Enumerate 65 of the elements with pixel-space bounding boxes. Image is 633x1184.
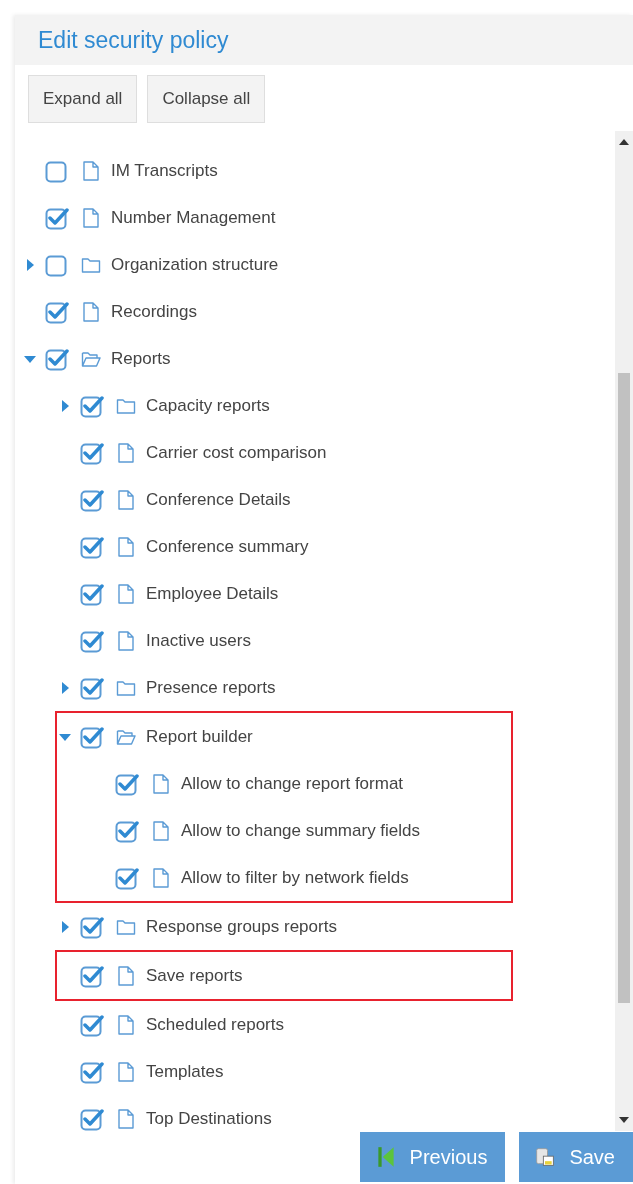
tree-item-label[interactable]: Recordings xyxy=(111,298,197,325)
checkbox[interactable] xyxy=(80,487,104,512)
checkbox[interactable] xyxy=(80,1059,104,1084)
tree-item-label[interactable]: Allow to change report format xyxy=(181,770,404,797)
checkbox[interactable] xyxy=(80,914,104,939)
checkbox[interactable] xyxy=(45,252,69,277)
tree-item-label[interactable]: Scheduled reports xyxy=(146,1011,284,1038)
tree-item-label[interactable]: Top Destinations xyxy=(146,1105,272,1132)
tree-item-label[interactable]: Save reports xyxy=(146,962,243,989)
checkbox[interactable] xyxy=(80,675,104,700)
tree-item-label[interactable]: Inactive users xyxy=(146,627,251,654)
skip-back-icon xyxy=(375,1145,396,1169)
document-icon xyxy=(116,488,136,511)
checkbox[interactable] xyxy=(80,581,104,606)
tree-item-label[interactable]: Report builder xyxy=(146,723,253,750)
tree-item-label[interactable]: Templates xyxy=(146,1058,224,1085)
document-icon xyxy=(116,629,136,652)
tree-item-label[interactable]: Presence reports xyxy=(146,674,276,701)
tree-item-label[interactable]: Carrier cost comparison xyxy=(146,439,327,466)
save-icon xyxy=(535,1145,556,1169)
checkbox[interactable] xyxy=(45,346,69,371)
checkbox[interactable] xyxy=(80,963,104,988)
tree-item-label[interactable]: IM Transcripts xyxy=(111,157,218,184)
toolbar-button[interactable]: Expand all xyxy=(28,75,138,123)
document-icon xyxy=(81,206,101,229)
document-icon xyxy=(151,819,171,842)
document-icon xyxy=(116,1060,136,1083)
checkbox[interactable] xyxy=(115,818,139,843)
scrollbar-thumb[interactable] xyxy=(618,373,630,1003)
tree-item-label[interactable]: Organization structure xyxy=(111,251,279,278)
document-icon xyxy=(116,964,136,987)
checkbox[interactable] xyxy=(80,440,104,465)
document-icon xyxy=(151,866,171,889)
tree-item-label[interactable]: Conference summary xyxy=(146,533,309,560)
checkbox[interactable] xyxy=(45,299,69,324)
tree-item-label[interactable]: Reports xyxy=(111,345,171,372)
checkbox[interactable] xyxy=(115,771,139,796)
document-icon xyxy=(81,300,101,323)
checkbox[interactable] xyxy=(80,628,104,653)
checkbox[interactable] xyxy=(80,534,104,559)
document-icon xyxy=(116,1013,136,1036)
document-icon xyxy=(81,159,101,182)
checkbox[interactable] xyxy=(80,1012,104,1037)
document-icon xyxy=(116,441,136,464)
tree-item-label[interactable]: Capacity reports xyxy=(146,392,270,419)
checkbox[interactable] xyxy=(45,205,69,230)
checkbox[interactable] xyxy=(80,1106,104,1131)
checkbox[interactable] xyxy=(115,865,139,890)
tree-item-label[interactable]: Number Management xyxy=(111,204,276,231)
document-icon xyxy=(116,1107,136,1130)
tree-item-label[interactable]: Allow to change summary fields xyxy=(181,817,421,844)
page-title: Edit security policy xyxy=(38,25,229,55)
toolbar-button[interactable]: Collapse all xyxy=(147,75,266,123)
tree-item-label[interactable]: Employee Details xyxy=(146,580,279,607)
scrollbar[interactable] xyxy=(615,131,633,1131)
document-icon xyxy=(116,535,136,558)
tree-item-label[interactable]: Conference Details xyxy=(146,486,291,513)
tree-item-label[interactable]: Allow to filter by network fields xyxy=(181,864,409,891)
checkbox[interactable] xyxy=(80,393,104,418)
document-icon xyxy=(116,582,136,605)
scroll-up-icon[interactable] xyxy=(619,137,629,147)
checkbox[interactable] xyxy=(80,724,104,749)
scroll-down-icon[interactable] xyxy=(619,1115,629,1125)
tree-item-label[interactable]: Response groups reports xyxy=(146,913,337,940)
document-icon xyxy=(151,772,171,795)
